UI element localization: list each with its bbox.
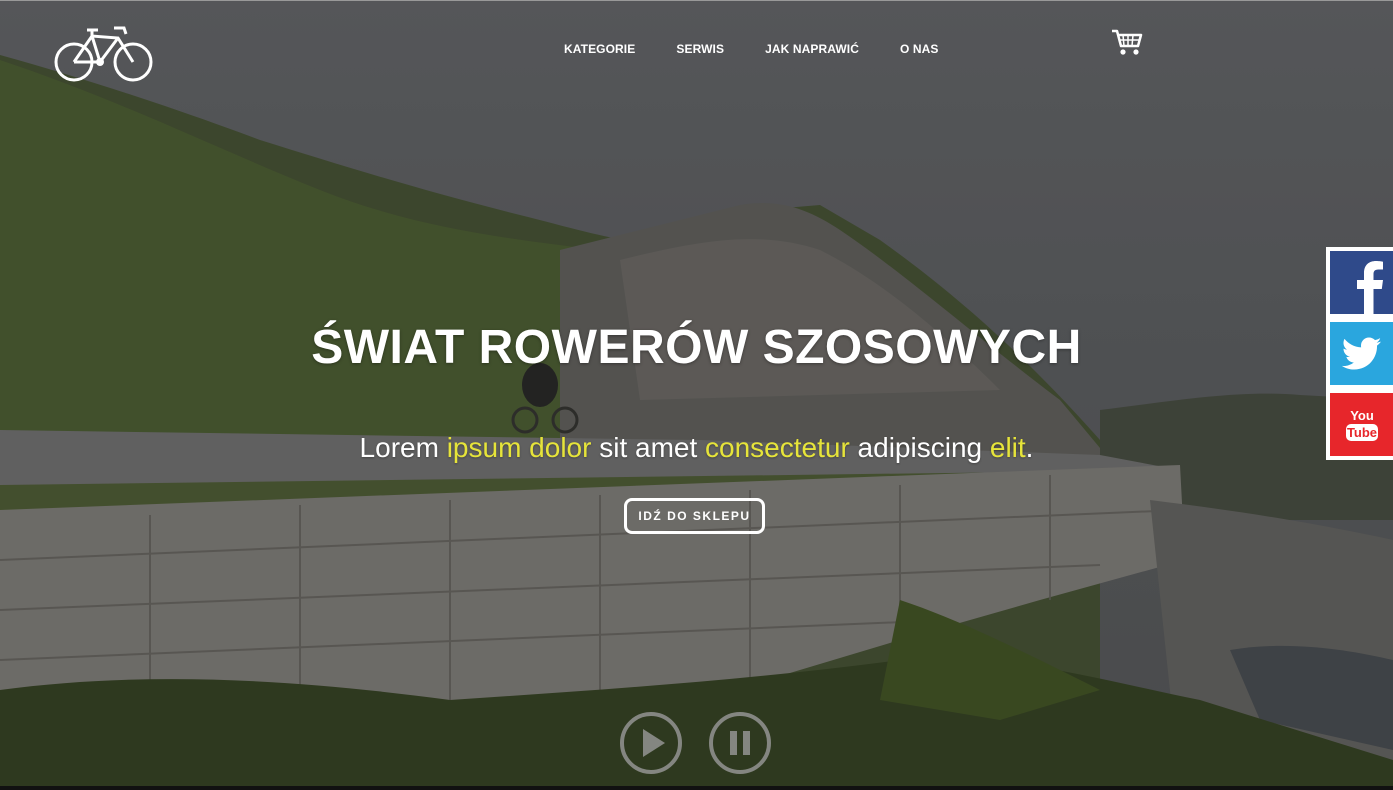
subtitle-highlight: elit [989, 432, 1026, 463]
facebook-button[interactable] [1326, 247, 1393, 318]
bottom-bar [0, 786, 1393, 790]
top-border [0, 0, 1393, 1]
nav-item-jak-naprawic[interactable]: JAK NAPRAWIĆ [765, 42, 859, 56]
hero-section [0, 0, 1393, 786]
twitter-icon [1341, 337, 1381, 369]
subtitle-highlight: consectetur [705, 432, 850, 463]
nav-item-kategorie[interactable]: KATEGORIE [564, 42, 635, 56]
subtitle-part: . [1025, 432, 1034, 463]
twitter-button[interactable] [1326, 318, 1393, 389]
nav-item-serwis[interactable]: SERWIS [676, 42, 724, 56]
youtube-icon: You Tube [1345, 408, 1378, 441]
facebook-icon [1357, 261, 1383, 314]
play-icon[interactable] [619, 711, 683, 775]
hero-subtitle: Lorem ipsum dolor sit amet consectetur a… [0, 432, 1393, 464]
subtitle-highlight: ipsum dolor [446, 432, 592, 463]
svg-text:Tube: Tube [1346, 425, 1376, 440]
hero-title: ŚWIAT ROWERÓW SZOSOWYCH [311, 321, 1082, 374]
svg-text:You: You [1350, 408, 1374, 423]
subtitle-part: sit amet [591, 432, 706, 463]
main-nav: KATEGORIE SERWIS JAK NAPRAWIĆ O NAS [564, 42, 979, 56]
nav-item-o-nas[interactable]: O NAS [900, 42, 939, 56]
bicycle-icon[interactable] [54, 24, 154, 82]
shop-button[interactable]: IDŹ DO SKLEPU [624, 498, 765, 534]
hero-background-image [0, 0, 1393, 786]
cart-icon[interactable] [1111, 28, 1143, 56]
subtitle-part: Lorem [359, 432, 447, 463]
subtitle-part: adipiscing [849, 432, 990, 463]
pause-icon[interactable] [708, 711, 772, 775]
youtube-button[interactable]: You Tube [1326, 389, 1393, 460]
